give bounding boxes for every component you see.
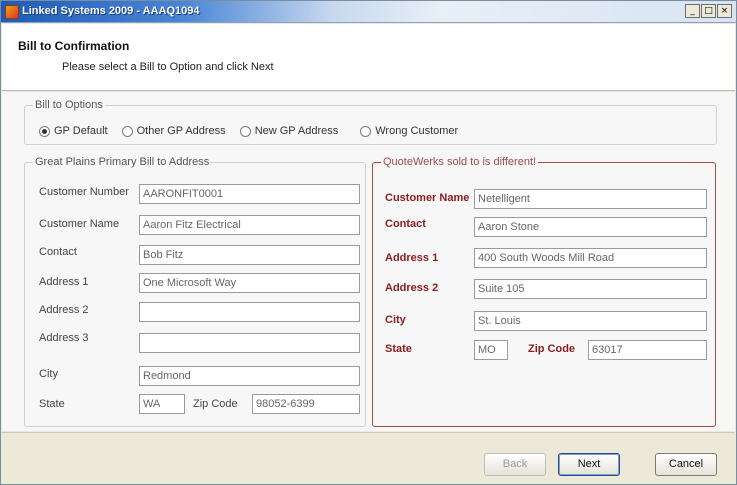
radio-other-gp-address[interactable]: Other GP Address [121,125,226,137]
gp-customer-name-field[interactable]: Aaron Fitz Electrical [139,215,360,235]
address2-label: Address 2 [39,304,89,316]
wizard-window: Linked Systems 2009 - AAAQ1094 _ □ × Bil… [0,0,737,485]
zip-code-label: Zip Code [193,398,238,410]
contact-label: Contact [39,246,77,258]
gp-address1-field[interactable]: One Microsoft Way [139,273,360,293]
bill-to-options-legend: Bill to Options [33,99,105,111]
next-button[interactable]: Next [558,453,620,476]
wizard-header: Bill to Confirmation Please select a Bil… [2,24,735,91]
close-button[interactable]: × [717,4,732,18]
qw-address2-field[interactable]: Suite 105 [474,279,707,299]
app-icon [5,5,19,19]
radio-label: Other GP Address [136,125,226,137]
qw-state-label: State [385,343,412,355]
radio-label: GP Default [54,125,108,137]
radio-label: New GP Address [254,125,339,137]
quotewerks-legend: QuoteWerks sold to is different! [381,156,539,168]
maximize-button[interactable]: □ [701,4,716,18]
bill-to-options-radios: GP Default Other GP Address New GP Addre… [39,125,472,137]
quotewerks-address-group: QuoteWerks sold to is different! Custome… [372,156,716,427]
gp-zip-code-field[interactable]: 98052-6399 [252,394,360,414]
wizard-body: Bill to Options GP Default Other GP Addr… [2,92,735,431]
window-controls: _ □ × [685,4,732,18]
qw-city-label: City [385,314,406,326]
radio-button[interactable] [239,125,251,137]
minimize-button[interactable]: _ [685,4,700,18]
gp-address2-field[interactable] [139,302,360,322]
radio-wrong-customer[interactable]: Wrong Customer [360,125,458,137]
radio-button[interactable] [121,125,133,137]
radio-label: Wrong Customer [375,125,459,137]
gp-state-field[interactable]: WA [139,394,185,414]
qw-customer-name-label: Customer Name [385,192,470,204]
qw-address2-label: Address 2 [385,282,439,294]
qw-customer-name-field[interactable]: Netelligent [474,189,707,209]
address3-label: Address 3 [39,332,89,344]
qw-zip-code-field[interactable]: 63017 [588,340,707,360]
gp-city-field[interactable]: Redmond [139,366,360,386]
state-label: State [39,398,65,410]
page-subtitle: Please select a Bill to Option and click… [62,61,274,73]
gp-address-group: Great Plains Primary Bill to Address Cus… [24,156,366,427]
qw-contact-field[interactable]: Aaron Stone [474,217,707,237]
qw-address1-label: Address 1 [385,252,439,264]
gp-address3-field[interactable] [139,333,360,353]
qw-city-field[interactable]: St. Louis [474,311,707,331]
customer-name-label: Customer Name [39,218,120,230]
address1-label: Address 1 [39,276,89,288]
page-title: Bill to Confirmation [18,39,130,53]
window-title: Linked Systems 2009 - AAAQ1094 [22,5,200,17]
gp-contact-field[interactable]: Bob Fitz [139,245,360,265]
qw-address1-field[interactable]: 400 South Woods Mill Road [474,248,707,268]
title-bar[interactable]: Linked Systems 2009 - AAAQ1094 _ □ × [1,1,736,23]
qw-zip-code-label: Zip Code [528,343,576,355]
radio-new-gp-address[interactable]: New GP Address [239,125,339,137]
radio-button[interactable] [360,125,372,137]
wizard-footer: Back Next Cancel [2,432,735,484]
city-label: City [39,368,58,380]
customer-number-label: Customer Number [39,186,129,198]
bill-to-options-group: Bill to Options GP Default Other GP Addr… [24,99,717,145]
radio-gp-default[interactable]: GP Default [39,125,108,137]
gp-address-legend: Great Plains Primary Bill to Address [33,156,212,168]
cancel-button[interactable]: Cancel [655,453,717,476]
back-button[interactable]: Back [484,453,546,476]
radio-button-checked[interactable] [39,125,50,137]
qw-contact-label: Contact [385,218,426,230]
qw-state-field[interactable]: MO [474,340,508,360]
gp-customer-number-field[interactable]: AARONFIT0001 [139,184,360,204]
